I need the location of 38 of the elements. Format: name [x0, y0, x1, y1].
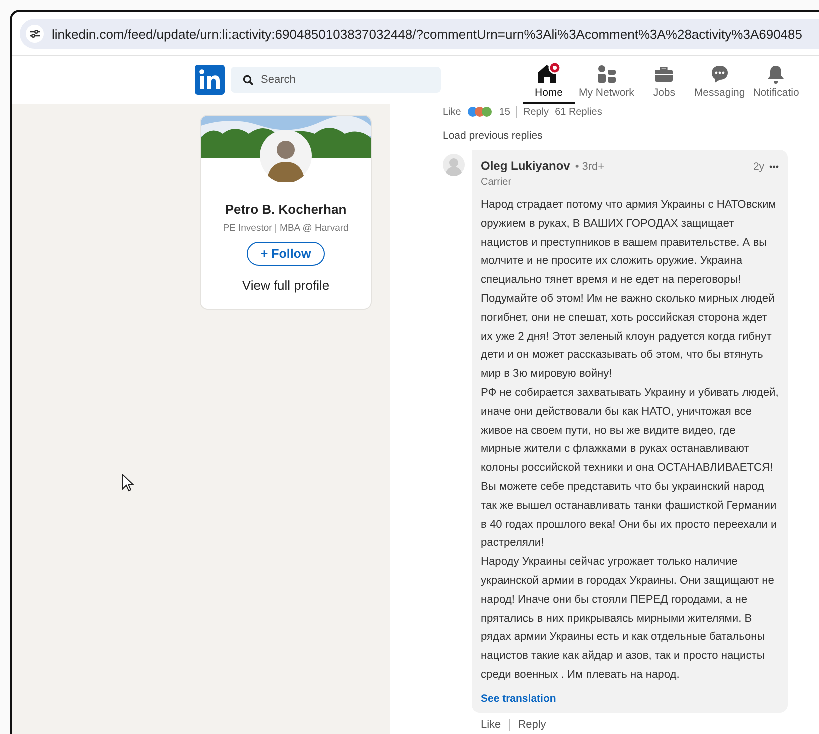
site-settings-icon[interactable] — [26, 25, 44, 43]
search-icon — [243, 75, 254, 86]
more-button[interactable]: ••• — [770, 162, 779, 172]
comment-age: 2y — [753, 161, 765, 173]
like-link[interactable]: Like — [443, 106, 462, 118]
profile-headline: PE Investor | MBA @ Harvard — [223, 223, 349, 234]
load-previous-link[interactable]: Load previous replies — [443, 130, 819, 142]
nav-tab[interactable]: Messaging — [690, 56, 750, 104]
avatar-silhouette[interactable] — [260, 130, 312, 182]
connection-degree: • 3rd+ — [575, 161, 605, 173]
replies-count[interactable]: 61 Replies — [555, 106, 602, 118]
comment-paragraph: Народ страдает потому что армия Украины с НАТОвским оружием в руках, В ВАШИХ ГОРОДАХ защищает нацистов и преступников в вашем правительстве. А вы молчите и не просите их сложить оружие. Украина специально тянет время и не едет на переговоры! Подумайте об этом! Им не важно сколько мирных людей погибнет, они не спешат, хоть российская сторона ждет их уже 2 дня! Этот зеленый клоун радуется когда гибнут дети и он может рассказывать об этом, что бы втянуть мир в 3ю мировую войну! — [481, 198, 778, 382]
address-bar[interactable]: linkedin.com/feed/update/urn:li:activity:6904850103837032448/?commentUrn=urn%3Ali%3Acomment%3A%28activity%3A690485 — [20, 19, 819, 49]
home-icon — [536, 62, 562, 84]
comment-paragraph: РФ не собирается захватывать Украину и убивать людей, иначе они действовали бы как НАТО, уничтожая все живое на своем пути, но вы же видите видео, где мирные жители с флажками в руках останавливают колоны российской техники и она ОСТАНАВЛИВАЕТСЯ! Вы можете себе представить что бы украинский народ так же вышел останавливать танки фашисткой Германии в 40 годах прошлого века! Они бы их просто переехали и растреляли! — [481, 386, 779, 552]
people-icon — [596, 64, 617, 84]
reply-link[interactable]: Reply — [523, 106, 550, 118]
comment-paragraph: Народу Украины сейчас угрожает только наличие украинской армии в городах Украины. Они защищают не народ! Иначе они бы стояли ПЕРЕД городами, а не прятались в них прикрываясь мирными жителями. В рядах армии Украины есть и как отдельные батальоны нацистов такие как айдар и азов, так и просто нацисты среди военных . Им плевать на народ. — [481, 555, 776, 683]
nav-tab[interactable]: Jobs — [638, 56, 690, 104]
nav-tab[interactable]: Notificatio — [749, 56, 804, 104]
briefcase-icon — [654, 64, 674, 84]
mouse-cursor-icon — [122, 474, 134, 492]
like-link[interactable]: Like — [481, 718, 502, 731]
author-name[interactable]: Oleg Lukiyanov — [481, 159, 570, 173]
url-text: linkedin.com/feed/update/urn:li:activity:6904850103837032448/?commentUrn=urn%3Ali%3Acomment%3A%28activity%3A690485 — [52, 26, 802, 42]
reaction-count[interactable]: 15 — [499, 106, 510, 118]
reactions-icon — [467, 106, 494, 118]
nav-tab[interactable]: My Network — [575, 56, 638, 104]
see-translation-link[interactable]: See translation — [481, 692, 779, 705]
reply-link[interactable]: Reply — [518, 718, 546, 731]
logo-icon[interactable] — [195, 65, 225, 95]
search-field[interactable]: Search — [231, 67, 441, 93]
chat-bubble-icon — [710, 64, 730, 84]
bell-icon — [766, 64, 786, 84]
profile-name[interactable]: Petro B. Kocherhan — [225, 202, 347, 217]
author-subtitle: Carrier — [481, 177, 513, 188]
view-profile-button[interactable]: View full profile — [238, 274, 334, 297]
follow-button[interactable]: + Follow — [246, 242, 326, 266]
